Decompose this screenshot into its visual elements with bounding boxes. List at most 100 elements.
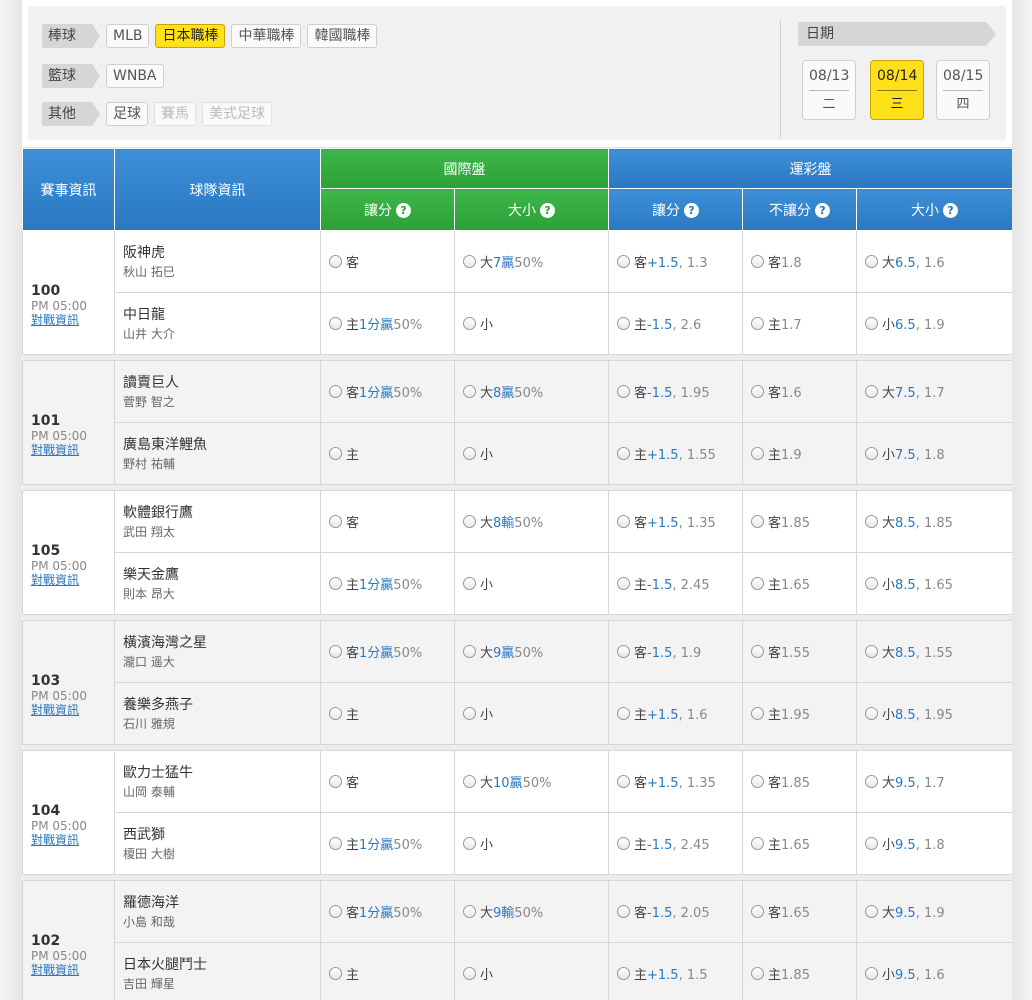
league-chip[interactable]: 中華職棒 (231, 24, 302, 48)
help-icon[interactable]: ? (396, 202, 411, 218)
radio-icon[interactable] (329, 645, 342, 658)
radio-icon[interactable] (751, 967, 764, 980)
bet-option[interactable]: 大6.5, 1.6 (865, 252, 1004, 271)
bet-option[interactable]: 主+1.5, 1.5 (617, 964, 734, 983)
bet-option[interactable]: 主-1.5, 2.45 (617, 574, 734, 593)
league-chip[interactable]: 足球 (106, 102, 148, 126)
radio-icon[interactable] (329, 447, 342, 460)
radio-icon[interactable] (329, 905, 342, 918)
radio-icon[interactable] (617, 967, 630, 980)
bet-option[interactable]: 主+1.5, 1.55 (617, 444, 734, 463)
bet-option[interactable]: 大9輸50% (463, 902, 600, 921)
bet-option[interactable]: 大9.5, 1.9 (865, 902, 1004, 921)
radio-icon[interactable] (751, 775, 764, 788)
bet-option[interactable]: 小9.5, 1.8 (865, 834, 1004, 853)
radio-icon[interactable] (751, 385, 764, 398)
date-button[interactable]: 08/13 二 (802, 60, 856, 120)
bet-option[interactable]: 主1.7 (751, 314, 848, 333)
date-button[interactable]: 08/14 三 (870, 60, 924, 120)
radio-icon[interactable] (865, 385, 878, 398)
bet-option[interactable]: 小 (463, 444, 600, 463)
radio-icon[interactable] (329, 515, 342, 528)
bet-option[interactable]: 主1.95 (751, 704, 848, 723)
radio-icon[interactable] (329, 707, 342, 720)
bet-option[interactable]: 主 (329, 704, 446, 723)
bet-option[interactable]: 小8.5, 1.65 (865, 574, 1004, 593)
bet-option[interactable]: 主1分贏50% (329, 314, 446, 333)
radio-icon[interactable] (617, 837, 630, 850)
radio-icon[interactable] (463, 707, 476, 720)
bet-option[interactable]: 主1.65 (751, 574, 848, 593)
matchup-link[interactable]: 對戰資訊 (31, 313, 106, 327)
radio-icon[interactable] (463, 385, 476, 398)
bet-option[interactable]: 主 (329, 964, 446, 983)
bet-option[interactable]: 客-1.5, 1.95 (617, 382, 734, 401)
radio-icon[interactable] (617, 707, 630, 720)
bet-option[interactable]: 客-1.5, 2.05 (617, 902, 734, 921)
bet-option[interactable]: 客1.85 (751, 772, 848, 791)
radio-icon[interactable] (865, 775, 878, 788)
radio-icon[interactable] (865, 447, 878, 460)
radio-icon[interactable] (865, 707, 878, 720)
help-icon[interactable]: ? (684, 202, 699, 218)
bet-option[interactable]: 主 (329, 444, 446, 463)
help-icon[interactable]: ? (815, 202, 830, 218)
bet-option[interactable]: 大8贏50% (463, 382, 600, 401)
bet-option[interactable]: 大9贏50% (463, 642, 600, 661)
league-chip[interactable]: 日本職棒 (155, 24, 226, 48)
radio-icon[interactable] (329, 385, 342, 398)
radio-icon[interactable] (463, 447, 476, 460)
league-chip[interactable]: 賽馬 (154, 102, 196, 126)
bet-option[interactable]: 客1.65 (751, 902, 848, 921)
help-icon[interactable]: ? (943, 202, 958, 218)
bet-option[interactable]: 大8輸50% (463, 512, 600, 531)
radio-icon[interactable] (463, 515, 476, 528)
radio-icon[interactable] (865, 317, 878, 330)
radio-icon[interactable] (751, 317, 764, 330)
bet-option[interactable]: 小7.5, 1.8 (865, 444, 1004, 463)
radio-icon[interactable] (463, 905, 476, 918)
bet-option[interactable]: 主1.9 (751, 444, 848, 463)
radio-icon[interactable] (463, 317, 476, 330)
radio-icon[interactable] (463, 967, 476, 980)
bet-option[interactable]: 客1分贏50% (329, 902, 446, 921)
radio-icon[interactable] (865, 645, 878, 658)
bet-option[interactable]: 客1.85 (751, 512, 848, 531)
bet-option[interactable]: 客+1.5, 1.35 (617, 512, 734, 531)
radio-icon[interactable] (865, 837, 878, 850)
matchup-link[interactable]: 對戰資訊 (31, 443, 106, 457)
radio-icon[interactable] (463, 255, 476, 268)
radio-icon[interactable] (463, 775, 476, 788)
radio-icon[interactable] (329, 837, 342, 850)
radio-icon[interactable] (329, 255, 342, 268)
bet-option[interactable]: 客1.55 (751, 642, 848, 661)
bet-option[interactable]: 大10贏50% (463, 772, 600, 791)
radio-icon[interactable] (463, 577, 476, 590)
league-chip[interactable]: 韓國職棒 (307, 24, 378, 48)
bet-option[interactable]: 主1分贏50% (329, 574, 446, 593)
radio-icon[interactable] (617, 317, 630, 330)
radio-icon[interactable] (617, 515, 630, 528)
matchup-link[interactable]: 對戰資訊 (31, 703, 106, 717)
bet-option[interactable]: 大9.5, 1.7 (865, 772, 1004, 791)
bet-option[interactable]: 小 (463, 574, 600, 593)
bet-option[interactable]: 主+1.5, 1.6 (617, 704, 734, 723)
radio-icon[interactable] (865, 967, 878, 980)
bet-option[interactable]: 客-1.5, 1.9 (617, 642, 734, 661)
radio-icon[interactable] (751, 577, 764, 590)
radio-icon[interactable] (463, 645, 476, 658)
radio-icon[interactable] (617, 577, 630, 590)
radio-icon[interactable] (751, 255, 764, 268)
radio-icon[interactable] (617, 645, 630, 658)
bet-option[interactable]: 大8.5, 1.85 (865, 512, 1004, 531)
bet-option[interactable]: 小9.5, 1.6 (865, 964, 1004, 983)
radio-icon[interactable] (865, 905, 878, 918)
league-chip[interactable]: WNBA (106, 64, 164, 88)
radio-icon[interactable] (617, 775, 630, 788)
radio-icon[interactable] (617, 385, 630, 398)
radio-icon[interactable] (751, 707, 764, 720)
radio-icon[interactable] (751, 645, 764, 658)
bet-option[interactable]: 主1.65 (751, 834, 848, 853)
matchup-link[interactable]: 對戰資訊 (31, 573, 106, 587)
bet-option[interactable]: 小 (463, 314, 600, 333)
